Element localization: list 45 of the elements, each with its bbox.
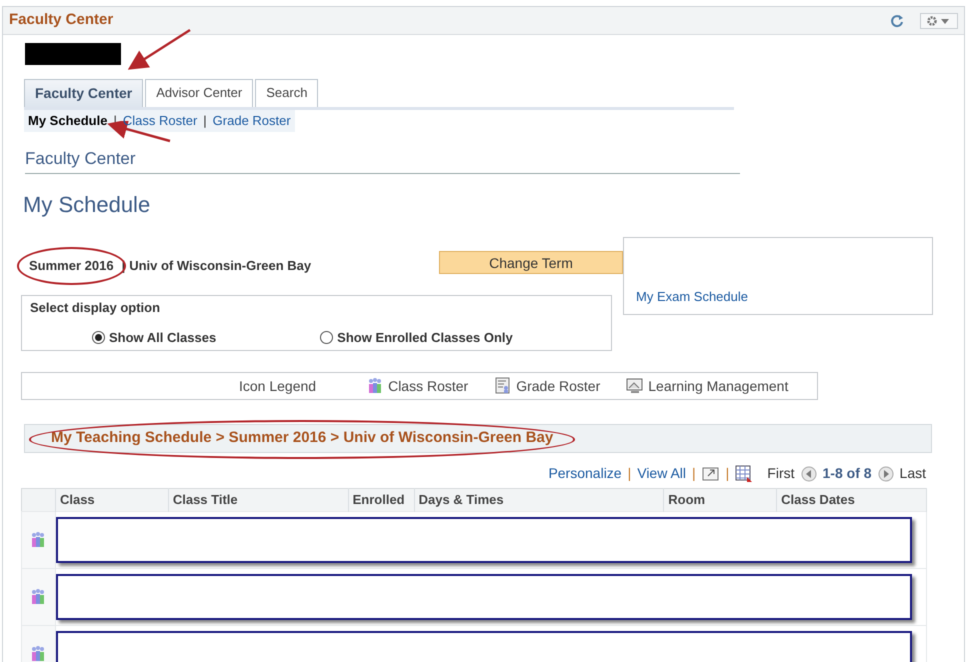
document-icon — [494, 377, 512, 395]
radio-label: Show All Classes — [109, 328, 216, 346]
refresh-icon — [890, 14, 904, 28]
header-title: Faculty Center — [9, 10, 114, 30]
separator: | — [692, 464, 696, 483]
separator: | — [726, 464, 730, 483]
page-range: 1-8 of 8 — [822, 464, 872, 483]
grid-title: My Teaching Schedule > Summer 2016 > Univ of Wisconsin-Green Bay — [50, 428, 554, 448]
legend-label: Icon Legend — [239, 376, 316, 396]
view-all-link[interactable]: View All — [637, 463, 686, 484]
column-header: Enrolled — [348, 488, 414, 511]
previous-icon — [800, 466, 817, 482]
exam-schedule-link[interactable]: My Exam Schedule — [636, 286, 748, 306]
column-header: Class — [55, 488, 168, 511]
institution-name: Univ of Wisconsin-Green Bay — [129, 257, 312, 276]
subnav-link[interactable]: Grade Roster — [212, 111, 291, 130]
column-header: Days & Times — [414, 488, 664, 511]
panel-label: Select display option — [30, 299, 162, 317]
next-icon — [878, 466, 894, 482]
separator: | — [628, 464, 632, 483]
page-title: My Schedule — [23, 191, 152, 219]
subnav-link[interactable]: Class Roster — [122, 111, 198, 130]
column-header: Class Dates — [776, 488, 926, 511]
radio-label: Show Enrolled Classes Only — [337, 328, 513, 347]
personalize-link[interactable]: Personalize — [548, 463, 622, 484]
tab[interactable]: Search — [255, 79, 318, 107]
legend-item: Learning Management — [648, 376, 788, 396]
gear-icon — [926, 16, 952, 26]
change-term-button[interactable]: Change Term — [439, 250, 623, 274]
column-header: Class Title — [168, 488, 348, 511]
legend-item: Grade Roster — [516, 376, 600, 396]
radio-button[interactable] — [92, 330, 105, 344]
zoom-icon — [702, 466, 720, 482]
tab[interactable]: Advisor Center — [145, 79, 254, 107]
tab[interactable]: Faculty Center — [24, 79, 144, 107]
legend-item: Class Roster — [388, 376, 468, 396]
term-name: Summer 2016 — [29, 257, 114, 276]
section-title: Faculty Center — [25, 146, 740, 174]
separator: | — [203, 112, 207, 130]
subnav-link[interactable]: My Schedule — [28, 111, 108, 130]
monitor-icon — [626, 377, 644, 395]
settings-button[interactable] — [920, 12, 958, 28]
spreadsheet-icon — [735, 464, 754, 482]
column-header: Room — [664, 488, 777, 511]
radio-button[interactable] — [320, 330, 334, 344]
